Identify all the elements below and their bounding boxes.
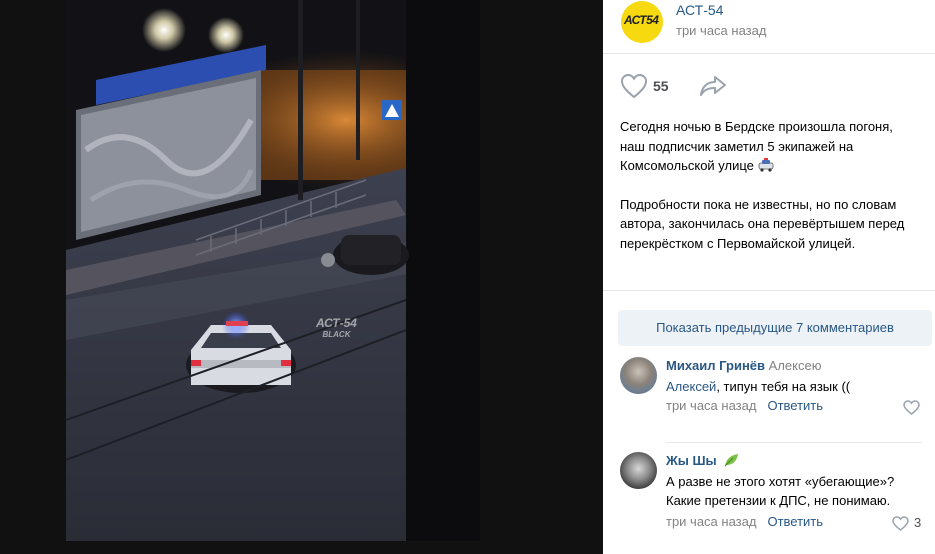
comment-time[interactable]: три часа назад: [666, 514, 756, 529]
divider: [603, 290, 935, 291]
post-time[interactable]: три часа назад: [676, 23, 766, 38]
night-street-scene: [66, 0, 480, 541]
comment-reply-button[interactable]: Ответить: [767, 514, 823, 529]
author-avatar[interactable]: АСТ54: [621, 1, 663, 43]
comment-text: Алексей, типун тебя на язык ((: [666, 377, 926, 396]
author-header: АСТ54 АСТ-54 три часа назад: [603, 0, 935, 54]
post-photo[interactable]: АСТ-54 BLACK: [66, 0, 480, 541]
police-car-icon: [758, 158, 773, 172]
leaf-icon: [724, 454, 739, 467]
comment-like-count: 3: [914, 515, 922, 530]
author-avatar-logo: АСТ54: [624, 13, 659, 27]
post-text: Сегодня ночью в Бердске произошла погоня…: [620, 117, 920, 253]
comment-divider: [666, 442, 922, 443]
comment-reply-to[interactable]: Алексею: [769, 358, 822, 373]
comment-author: Жы Шы: [666, 453, 739, 468]
comment-mention[interactable]: Алексей: [666, 379, 716, 394]
comment-meta: три часа назад Ответить: [666, 514, 823, 529]
share-icon[interactable]: [699, 74, 727, 98]
comment-meta: три часа назад Ответить: [666, 398, 823, 413]
photo-viewer: АСТ-54 BLACK: [0, 0, 603, 554]
comment-body-text: , типун тебя на язык ((: [716, 379, 851, 394]
post-paragraph-2: Подробности пока не известны, но по слов…: [620, 196, 905, 251]
comment-reply-button[interactable]: Ответить: [767, 398, 823, 413]
comment-heart-icon[interactable]: [903, 400, 920, 415]
comment-time[interactable]: три часа назад: [666, 398, 756, 413]
like-count: 55: [653, 78, 669, 94]
post-paragraph-1-text: Сегодня ночью в Бердске произошла погоня…: [620, 119, 893, 173]
comment-author-name[interactable]: Михаил Гринёв: [666, 358, 765, 373]
comment-author-name[interactable]: Жы Шы: [666, 453, 717, 468]
comment-author: Михаил Гринёв Алексею: [666, 358, 821, 373]
heart-icon[interactable]: [620, 73, 648, 99]
author-name[interactable]: АСТ-54: [676, 2, 723, 18]
post-paragraph-1: Сегодня ночью в Бердске произошла погоня…: [620, 117, 920, 176]
comment-heart-icon[interactable]: [892, 516, 909, 531]
show-previous-comments-button[interactable]: Показать предыдущие 7 комментариев: [618, 310, 932, 346]
commenter-avatar[interactable]: [620, 452, 657, 489]
watermark-line1: АСТ-54: [316, 316, 357, 330]
post-sidebar: АСТ54 АСТ-54 три часа назад 55 Сегодня н…: [603, 0, 935, 554]
watermark-line2: BLACK: [322, 330, 351, 339]
comment-text: А разве не этого хотят «убегающие»? Каки…: [666, 474, 895, 508]
photo-watermark: АСТ-54 BLACK: [316, 316, 357, 340]
commenter-avatar[interactable]: [620, 357, 657, 394]
post-actions: 55: [603, 54, 935, 114]
